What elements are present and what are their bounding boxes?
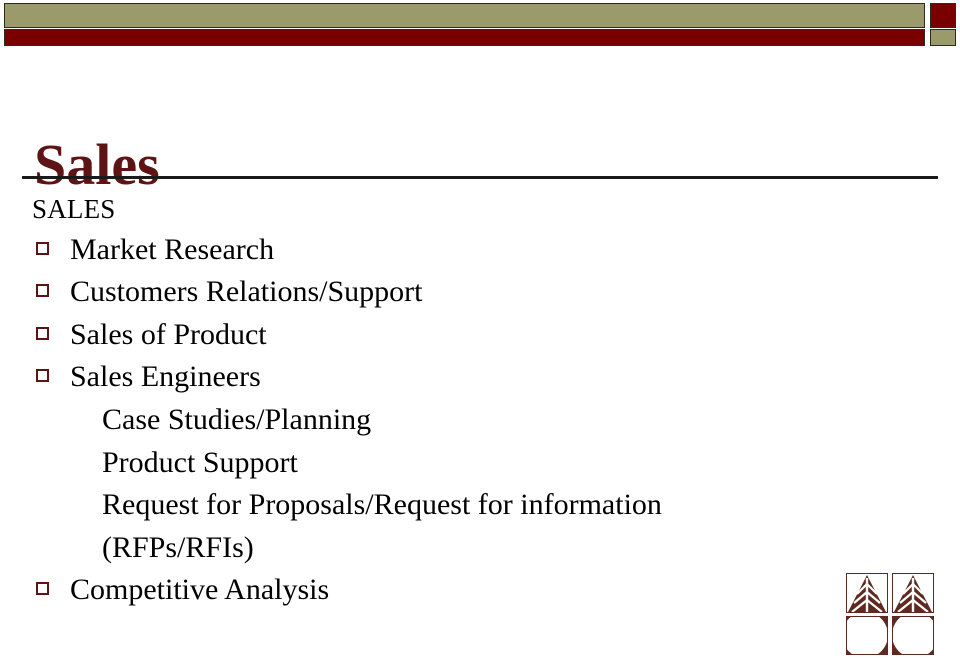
square-bullet-icon — [36, 369, 49, 383]
list-item: Sales Engineers — [0, 356, 960, 399]
company-logo — [845, 572, 935, 656]
header-corner-maroon-square — [930, 3, 956, 28]
square-bullet-icon — [36, 241, 49, 255]
title-divider-rule — [22, 176, 938, 179]
list-item-label: Market Research — [70, 232, 275, 266]
sub-list-item-label: Request for Proposals/Request for inform… — [102, 488, 662, 564]
list-item: Sales of Product — [0, 314, 960, 357]
list-item-label: Sales of Product — [70, 317, 267, 351]
square-bullet-icon — [36, 582, 49, 596]
header-olive-bar — [4, 3, 925, 28]
list-item-label: Competitive Analysis — [70, 573, 330, 607]
slide-content: SALES Market Research Customers Relation… — [0, 192, 960, 612]
sub-list-item-label: Case Studies/Planning — [102, 402, 372, 436]
list-item: Market Research — [0, 229, 960, 272]
header-corner-olive-square — [930, 29, 956, 46]
square-bullet-icon — [36, 326, 49, 340]
section-heading: SALES — [32, 194, 116, 224]
header-maroon-bar — [4, 29, 925, 46]
list-item-label: Customers Relations/Support — [70, 275, 423, 309]
list-item: Customers Relations/Support — [0, 271, 960, 314]
list-item-label: Sales Engineers — [70, 360, 261, 394]
square-bullet-icon — [36, 284, 49, 298]
list-item: Competitive Analysis — [0, 569, 960, 612]
header-decorative-band — [0, 0, 960, 52]
slide-title: Sales — [34, 131, 160, 197]
sub-list-item-label: Product Support — [102, 445, 298, 479]
